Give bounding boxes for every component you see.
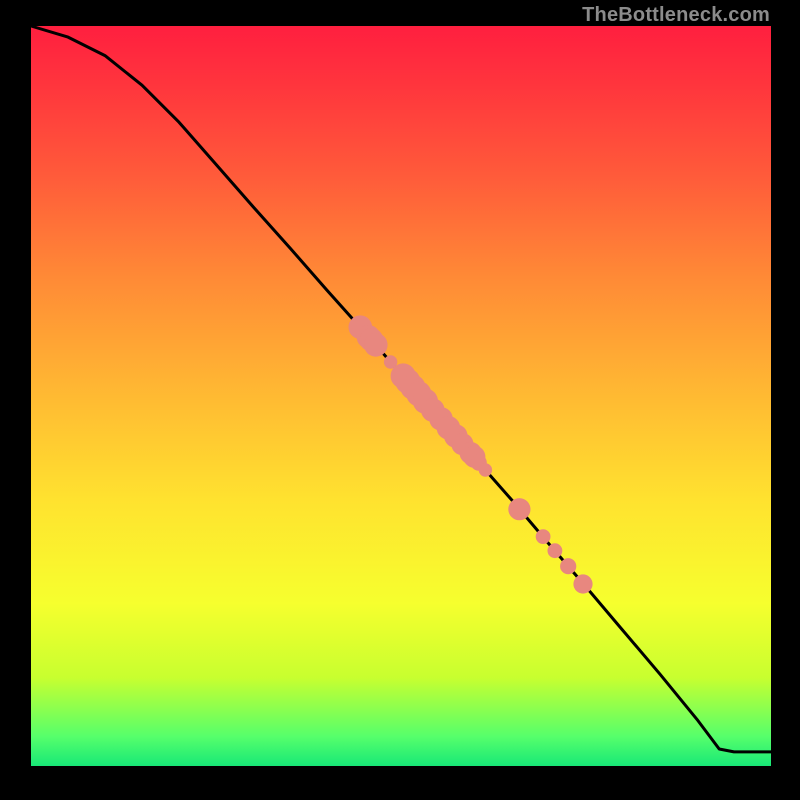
chart-stage: TheBottleneck.com <box>0 0 800 800</box>
watermark-text: TheBottleneck.com <box>582 4 770 27</box>
plot-area <box>31 26 771 766</box>
